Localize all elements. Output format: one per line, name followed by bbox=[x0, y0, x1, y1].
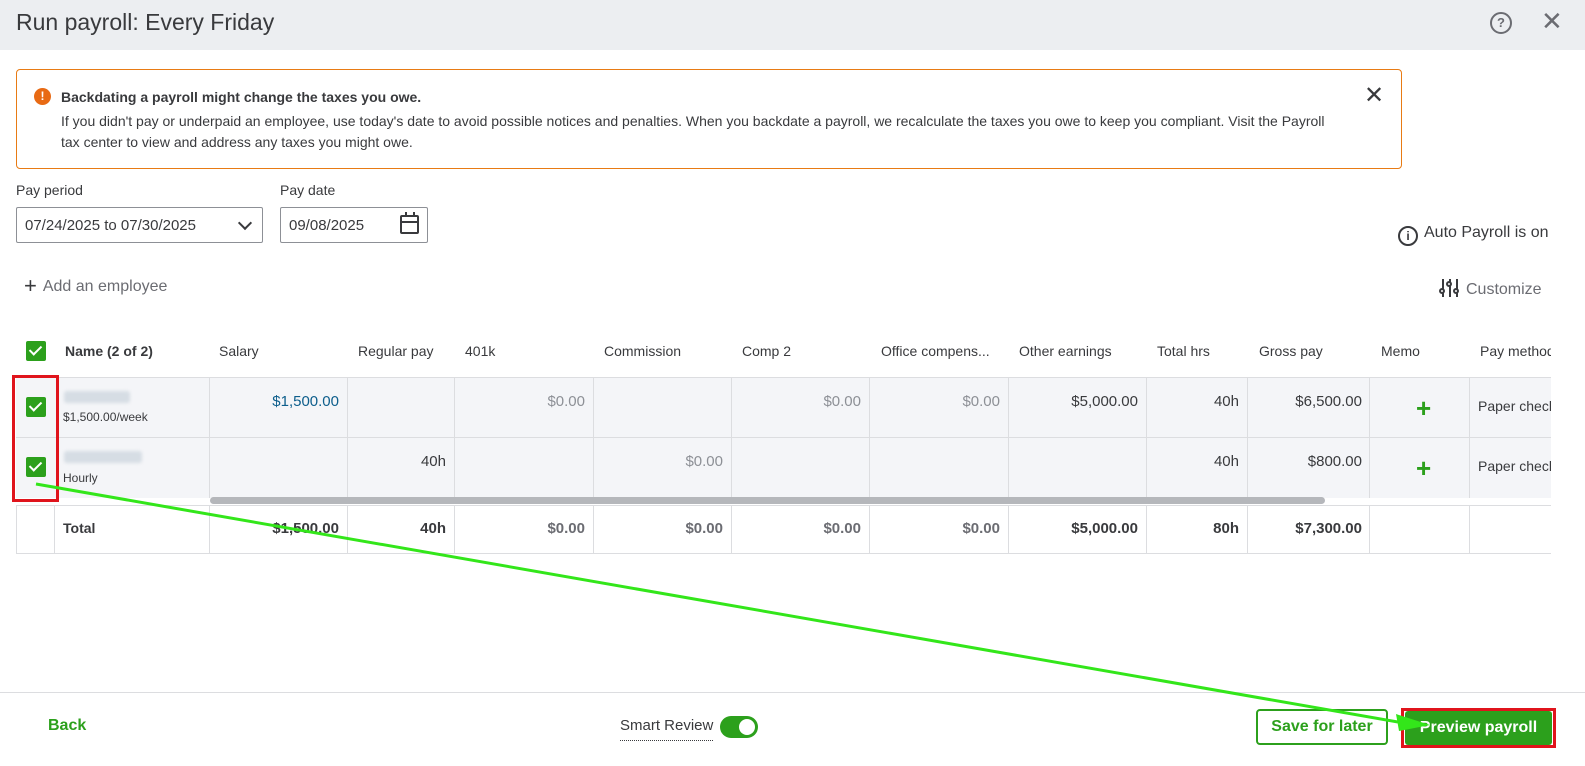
annotation-arrow bbox=[35, 482, 1430, 731]
annotation-arrow-line bbox=[35, 482, 1399, 724]
annotation-arrowhead bbox=[1396, 714, 1430, 731]
